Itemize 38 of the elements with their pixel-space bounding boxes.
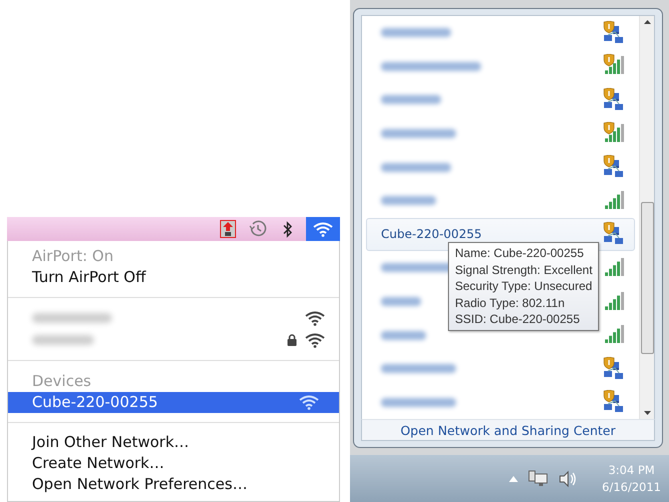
computers-icon	[602, 20, 626, 45]
computers-icon	[602, 88, 626, 112]
network-item[interactable]: Cube-220-00255	[8, 392, 339, 413]
tooltip-text: Security Type: Unsecured	[455, 278, 592, 294]
menu-header: AirPort: On	[31, 246, 114, 267]
wifi-icon	[313, 222, 333, 236]
tooltip-text: Signal Strength: Excellent	[455, 262, 592, 278]
computers-icon	[602, 390, 626, 414]
tooltip-text: Radio Type: 802.11n	[455, 294, 566, 311]
scrollbar[interactable]	[639, 16, 654, 420]
wifi-icon	[305, 332, 325, 348]
scroll-down-arrow-icon[interactable]	[644, 411, 650, 416]
blurred-network-name	[381, 330, 426, 340]
blurred-network-name	[381, 297, 421, 306]
computers-icon	[602, 222, 626, 246]
scroll-up-arrow-icon[interactable]	[644, 20, 650, 24]
computers-icon	[602, 356, 626, 381]
clock-icon[interactable]	[249, 220, 267, 238]
menu-item[interactable]: Open Network Preferences…	[8, 474, 339, 495]
lock-icon	[287, 334, 297, 346]
menu-item[interactable]: Create Network…	[8, 453, 339, 474]
blurred-network-name	[32, 335, 94, 345]
blurred-network-name	[381, 95, 441, 104]
network-icon[interactable]	[528, 470, 548, 488]
wifi-icon	[305, 310, 325, 326]
network-name[interactable]: Cube-220-00255	[381, 227, 482, 242]
menu-item[interactable]: Turn AirPort Off	[8, 267, 339, 288]
bluetooth-icon[interactable]	[283, 220, 293, 238]
menu-item[interactable]: Join Other Network…	[8, 432, 339, 453]
upload-icon[interactable]	[220, 220, 236, 238]
blurred-network-name	[381, 196, 436, 206]
computers-icon	[602, 155, 626, 180]
blurred-network-name	[381, 162, 451, 172]
menu-header: Devices	[31, 371, 92, 392]
blurred-network-name	[381, 28, 451, 38]
tooltip-text: SSID: Cube-220-00255	[455, 311, 581, 328]
wifi-icon	[299, 395, 319, 410]
speaker-icon[interactable]	[558, 470, 578, 488]
